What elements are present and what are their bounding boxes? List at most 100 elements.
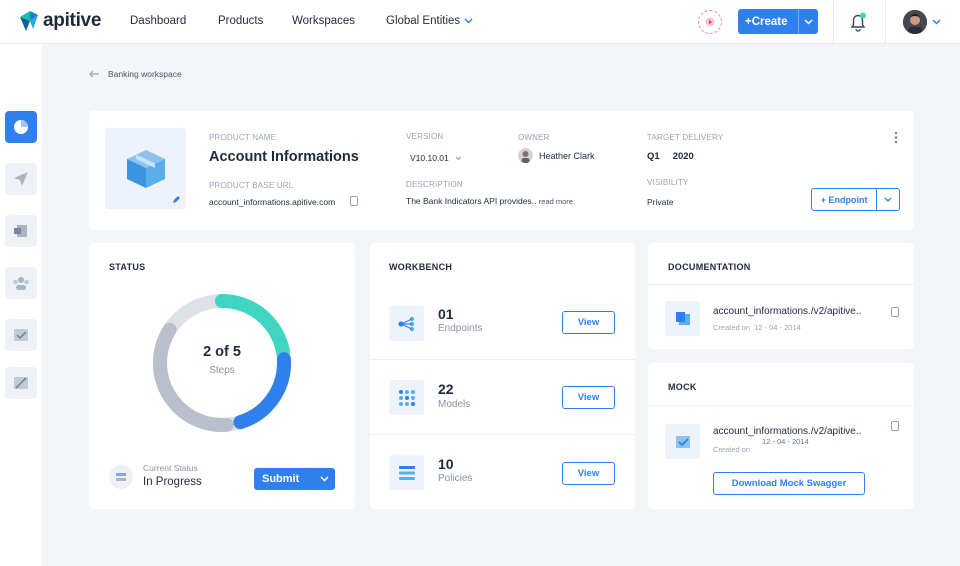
user-photo-icon (903, 10, 927, 34)
document-icon (675, 311, 690, 325)
nav-global-entities-label: Global Entities (386, 15, 461, 27)
owner-label: OWNER (518, 133, 550, 142)
chevron-down-icon (804, 18, 813, 25)
models-count: 22 (438, 381, 454, 397)
visibility-label: VISIBILITY (647, 178, 689, 187)
workbench-title: WORKBENCH (389, 262, 453, 272)
mock-file-name[interactable]: account_informations./v2/apitive.. (713, 426, 861, 437)
documentation-file-name[interactable]: account_informations./v2/apitive.. (713, 306, 861, 317)
notifications-button[interactable] (847, 11, 869, 38)
breadcrumb[interactable]: Banking workspace (89, 69, 182, 79)
endpoint-dropdown-button[interactable] (877, 189, 899, 210)
user-avatar[interactable] (903, 10, 927, 34)
checkbox-icon (675, 435, 690, 448)
chevron-down-icon (464, 18, 473, 24)
edit-icon (14, 377, 28, 389)
models-label: Models (438, 399, 471, 410)
nav-products[interactable]: Products (218, 15, 263, 27)
breadcrumb-label: Banking workspace (108, 69, 182, 79)
play-icon (705, 17, 715, 27)
bell-icon (850, 12, 866, 32)
logo-icon (20, 11, 38, 31)
description-label: DESCRIPTION (406, 180, 463, 189)
product-card: PRODUCT NAME Account Informations PRODUC… (89, 111, 914, 230)
endpoints-count: 01 (438, 306, 454, 322)
team-icon (13, 277, 29, 290)
checkbox-icon (14, 329, 28, 341)
view-endpoints-button[interactable]: View (562, 311, 615, 334)
nav-dashboard[interactable]: Dashboard (130, 15, 186, 27)
rail-send[interactable] (5, 163, 37, 195)
workbench-row-models: 22 Models View (370, 359, 635, 434)
server-icon (116, 473, 126, 481)
endpoints-label: Endpoints (438, 323, 483, 334)
endpoints-icon-box (389, 306, 424, 341)
mock-title: MOCK (668, 382, 697, 392)
layers-icon (14, 225, 27, 237)
nav-global-entities[interactable]: Global Entities (386, 15, 473, 27)
view-policies-button[interactable]: View (562, 462, 615, 485)
endpoint-button-group: + Endpoint (811, 188, 900, 211)
rail-layers[interactable] (5, 215, 37, 247)
version-label: VERSION (406, 132, 444, 141)
status-icon (109, 465, 133, 489)
create-button[interactable]: +Create (738, 9, 818, 34)
version-select[interactable]: V10.10.01 (406, 150, 476, 166)
workbench-card: WORKBENCH 01 Endpoints View 22 Models Vi… (370, 243, 635, 509)
chevron-down-icon (884, 197, 892, 202)
workbench-row-policies: 10 Policies View (370, 434, 635, 509)
rail-team[interactable] (5, 267, 37, 299)
progress-text: 2 of 5 (203, 344, 241, 360)
divider (885, 0, 886, 44)
documentation-created-date: 12 - 04 - 2014 (754, 323, 801, 332)
rail-tasks[interactable] (5, 319, 37, 351)
copy-icon[interactable] (350, 196, 358, 206)
nav-workspaces[interactable]: Workspaces (292, 15, 355, 27)
product-name: Account Informations (209, 149, 359, 165)
download-mock-swagger-button[interactable]: Download Mock Swagger (713, 472, 865, 495)
record-button[interactable] (698, 10, 722, 34)
pie-chart-icon (14, 120, 28, 134)
mock-file-icon-box (665, 424, 700, 459)
rail-edit[interactable] (5, 367, 37, 399)
read-more-link[interactable]: read more (539, 197, 573, 206)
product-base-url: account_informations.apitive.com (209, 197, 336, 207)
target-quarter: Q1 (647, 151, 660, 162)
models-icon-box (389, 380, 424, 415)
target-year: 2020 (672, 151, 694, 162)
submit-dropdown-caret[interactable] (313, 476, 335, 482)
owner-name: Heather Clark (539, 150, 595, 161)
progress-steps-label: Steps (209, 365, 235, 376)
logo-text: apitive (43, 10, 102, 31)
submit-button-label: Submit (262, 473, 300, 485)
create-button-label: +Create (745, 15, 788, 28)
documentation-created: Created on 12 - 04 - 2014 (713, 323, 801, 332)
view-models-button[interactable]: View (562, 386, 615, 409)
progress-ring (153, 294, 291, 432)
pencil-icon[interactable] (172, 195, 181, 204)
endpoints-icon (397, 316, 414, 331)
documentation-title: DOCUMENTATION (668, 262, 751, 272)
target-delivery: Q1 2020 (647, 151, 694, 162)
copy-icon[interactable] (891, 421, 899, 431)
copy-icon[interactable] (891, 307, 899, 317)
divider (648, 284, 914, 285)
chevron-down-icon (319, 476, 329, 482)
rail-dashboard[interactable] (5, 111, 37, 143)
add-endpoint-button[interactable]: + Endpoint (812, 189, 878, 210)
arrow-left-icon (89, 70, 99, 78)
submit-button[interactable]: Submit (254, 468, 335, 490)
box-icon (126, 149, 165, 188)
policies-label: Policies (438, 473, 473, 484)
create-dropdown-caret[interactable] (798, 9, 818, 34)
send-icon (14, 172, 28, 186)
mock-created-label: Created on (713, 445, 751, 454)
target-delivery-label: TARGET DELIVERY (647, 133, 724, 142)
models-grid-icon (398, 389, 415, 406)
chevron-down-icon[interactable] (932, 19, 941, 25)
app-logo[interactable]: apitive (18, 9, 101, 33)
version-value: V10.10.01 (410, 153, 449, 163)
more-vertical-icon[interactable] (894, 131, 898, 144)
mock-date-overlay: 12 - 04 - 2014 (762, 437, 809, 446)
policies-list-icon (398, 465, 415, 480)
